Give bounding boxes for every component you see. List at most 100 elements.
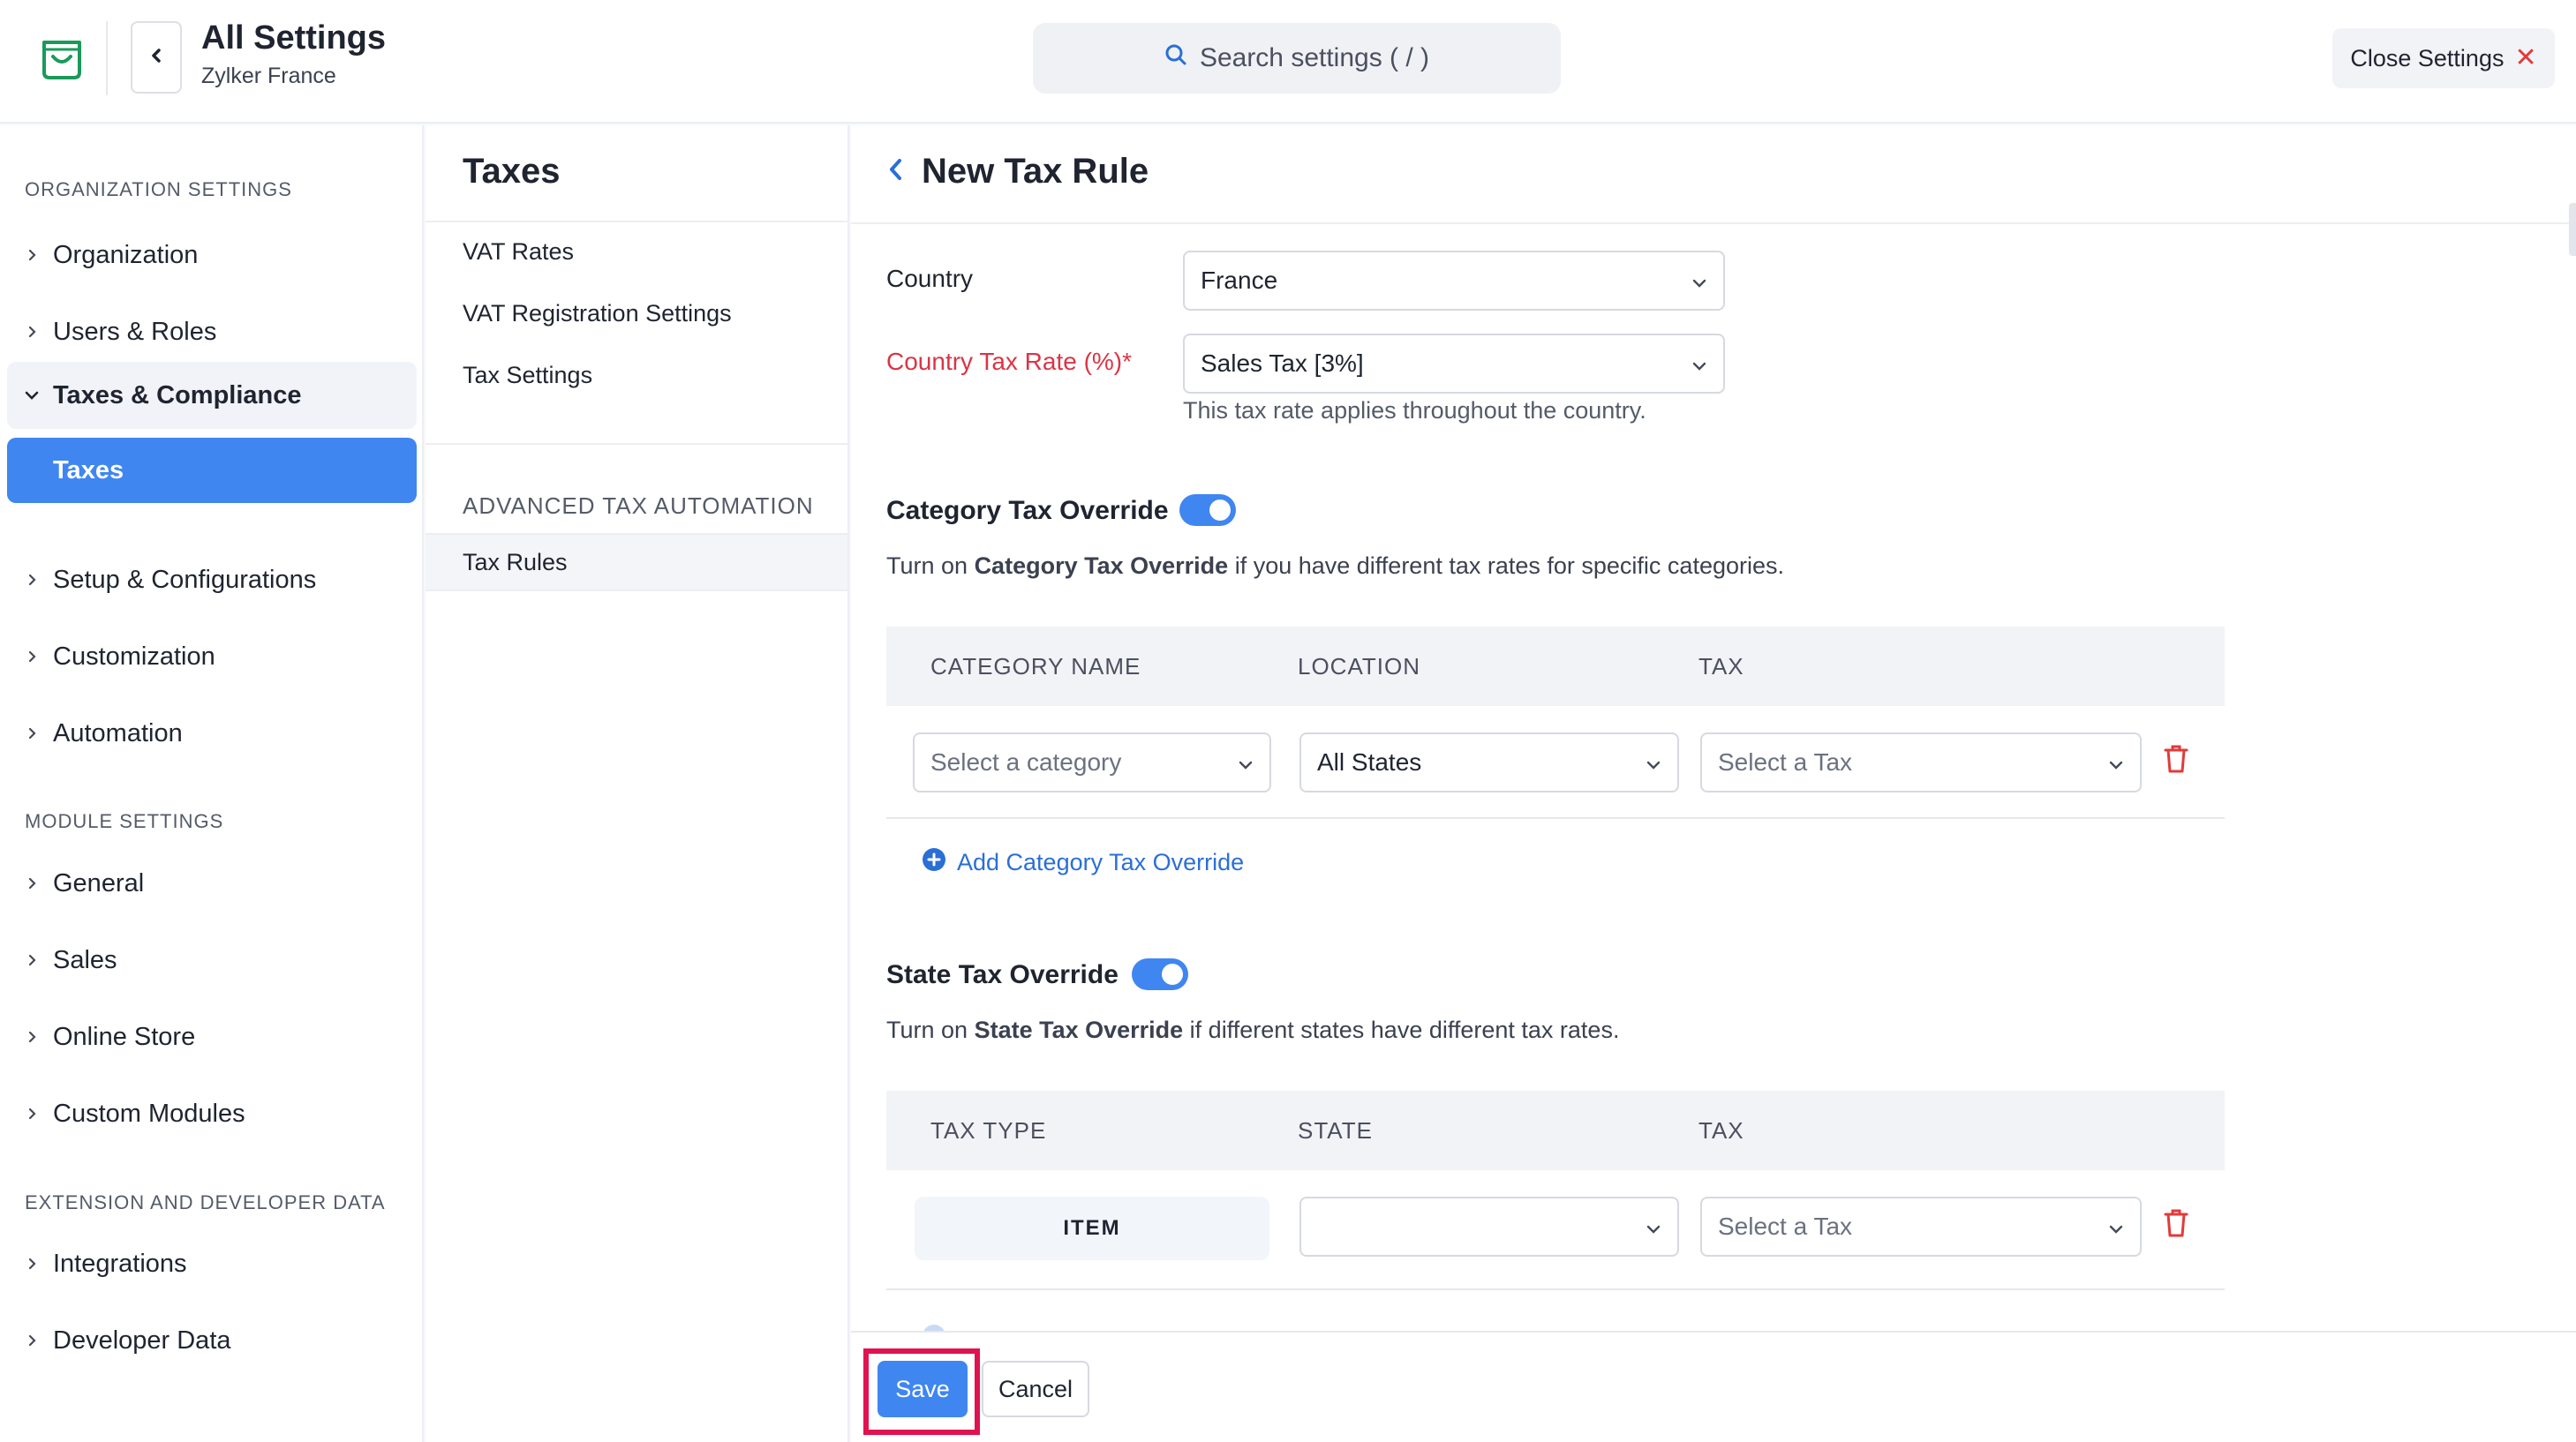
state-override-toggle[interactable] — [1132, 958, 1188, 990]
taxes-subnav: Taxes VAT Rates VAT Registration Setting… — [426, 125, 849, 1442]
row-divider — [886, 817, 2225, 819]
category-select[interactable]: Select a category — [913, 732, 1271, 792]
location-select[interactable]: All States — [1299, 732, 1679, 792]
new-tax-rule-form: New Tax Rule Country France Country Tax … — [851, 125, 2576, 1442]
trash-icon[interactable] — [2163, 1207, 2193, 1243]
category-tax-select[interactable]: Select a Tax — [1700, 732, 2142, 792]
chevron-right-icon — [7, 1108, 53, 1120]
cancel-button[interactable]: Cancel — [982, 1361, 1089, 1417]
state-select[interactable] — [1299, 1197, 1679, 1257]
form-title: New Tax Rule — [922, 152, 1149, 191]
sidebar-heading-module: MODULE SETTINGS — [25, 810, 224, 832]
search-placeholder: Search settings ( / ) — [1199, 43, 1430, 72]
category-placeholder: Select a category — [930, 748, 1122, 776]
settings-sidebar: ORGANIZATION SETTINGS Organization Users… — [0, 125, 424, 1442]
chevron-right-icon — [7, 727, 53, 740]
page-title: All Settings — [201, 19, 387, 56]
subnav-item-vat-rates[interactable]: VAT Rates — [463, 238, 574, 266]
category-override-toggle[interactable] — [1179, 494, 1236, 526]
sidebar-heading-extension: EXTENSION AND DEVELOPER DATA — [25, 1191, 386, 1213]
sidebar-item-label: Automation — [53, 718, 183, 747]
scrollbar-handle[interactable] — [2569, 203, 2576, 256]
search-input[interactable]: Search settings ( / ) — [1033, 23, 1561, 94]
sidebar-item-custom-modules[interactable]: Custom Modules — [7, 1081, 417, 1146]
sidebar-item-label: Sales — [53, 945, 117, 974]
sidebar-item-integrations[interactable]: Integrations — [7, 1231, 417, 1296]
sidebar-item-developer-data[interactable]: Developer Data — [7, 1308, 417, 1373]
chevron-left-icon — [147, 47, 165, 69]
save-button[interactable]: Save — [877, 1361, 968, 1417]
category-table-header: CATEGORY NAME LOCATION TAX — [886, 627, 2225, 706]
sidebar-item-label: Online Store — [53, 1022, 196, 1051]
add-category-override-label: Add Category Tax Override — [957, 849, 1245, 875]
sidebar-item-customization[interactable]: Customization — [7, 624, 417, 689]
category-override-description: Turn on Category Tax Override if you hav… — [886, 552, 1785, 579]
chevron-right-icon — [7, 1031, 53, 1043]
chevron-down-icon — [1238, 748, 1254, 777]
close-icon: ✕ — [2514, 43, 2537, 72]
tax-placeholder: Select a Tax — [1718, 748, 1853, 776]
chevron-down-icon — [1691, 349, 1707, 378]
sidebar-item-organization[interactable]: Organization — [7, 222, 417, 288]
subnav-item-tax-rules[interactable]: Tax Rules — [426, 533, 847, 591]
state-table-header: TAX TYPE STATE TAX — [886, 1091, 2225, 1170]
sidebar-item-label: Developer Data — [53, 1326, 231, 1355]
subnav-item-tax-settings[interactable]: Tax Settings — [463, 362, 592, 389]
close-settings-label: Close Settings — [2350, 44, 2504, 71]
sidebar-item-sales[interactable]: Sales — [7, 928, 417, 993]
sidebar-item-label: Customization — [53, 642, 215, 671]
column-header-tax: TAX — [1699, 1117, 1744, 1144]
country-value: France — [1201, 267, 1278, 294]
chevron-down-icon — [1646, 748, 1661, 777]
toggle-knob — [1209, 499, 1231, 521]
sidebar-item-label: General — [53, 868, 145, 897]
sidebar-heading-organization: ORGANIZATION SETTINGS — [25, 178, 292, 200]
trash-icon[interactable] — [2163, 743, 2193, 778]
chevron-down-icon — [1691, 267, 1707, 295]
country-tax-rate-help: This tax rate applies throughout the cou… — [1183, 397, 1646, 424]
sidebar-item-automation[interactable]: Automation — [7, 701, 417, 766]
chevron-down-icon — [1646, 1213, 1661, 1241]
chevron-right-icon — [7, 574, 53, 586]
column-header-category: CATEGORY NAME — [930, 653, 1141, 680]
sidebar-item-label: Taxes & Compliance — [53, 380, 302, 409]
column-header-state: STATE — [1298, 1117, 1373, 1144]
sidebar-item-taxes-compliance[interactable]: Taxes & Compliance — [7, 362, 417, 429]
form-divider — [851, 222, 2576, 224]
sidebar-item-label: Taxes — [53, 455, 124, 484]
chevron-down-icon — [2108, 1213, 2124, 1241]
form-header: New Tax Rule — [886, 152, 1149, 192]
form-footer: Save Cancel — [851, 1331, 2576, 1442]
subnav-divider — [426, 221, 849, 222]
sidebar-item-label: Setup & Configurations — [53, 565, 317, 594]
country-tax-rate-value: Sales Tax [3%] — [1201, 349, 1364, 377]
close-settings-button[interactable]: Close Settings ✕ — [2332, 28, 2555, 88]
column-header-tax-type: TAX TYPE — [930, 1117, 1047, 1144]
sidebar-item-taxes[interactable]: Taxes — [7, 438, 417, 503]
shopping-bag-icon[interactable] — [35, 30, 88, 83]
chevron-right-icon — [7, 650, 53, 663]
sidebar-item-setup-configurations[interactable]: Setup & Configurations — [7, 547, 417, 612]
subnav-item-vat-registration[interactable]: VAT Registration Settings — [463, 300, 732, 327]
country-select[interactable]: France — [1183, 251, 1725, 311]
subnav-item-label: Tax Rules — [463, 548, 568, 575]
sidebar-item-label: Users & Roles — [53, 317, 217, 346]
chevron-right-icon — [7, 877, 53, 890]
header-divider — [106, 21, 108, 95]
state-override-description: Turn on State Tax Override if different … — [886, 1017, 1620, 1043]
search-icon — [1164, 43, 1187, 73]
sidebar-item-online-store[interactable]: Online Store — [7, 1004, 417, 1070]
column-header-tax: TAX — [1699, 653, 1744, 680]
sidebar-item-general[interactable]: General — [7, 851, 417, 916]
add-category-override-link[interactable]: Add Category Tax Override — [922, 847, 1244, 878]
top-header: All Settings Zylker France Search settin… — [0, 0, 2576, 124]
sidebar-item-users-roles[interactable]: Users & Roles — [7, 299, 417, 364]
tax-type-badge: ITEM — [915, 1197, 1269, 1260]
subnav-title: Taxes — [463, 152, 561, 191]
chevron-left-icon[interactable] — [886, 152, 906, 192]
back-button[interactable] — [131, 21, 182, 94]
state-tax-select[interactable]: Select a Tax — [1700, 1197, 2142, 1257]
country-tax-rate-select[interactable]: Sales Tax [3%] — [1183, 334, 1725, 394]
subnav-divider — [426, 443, 849, 445]
chevron-down-icon — [7, 389, 53, 402]
